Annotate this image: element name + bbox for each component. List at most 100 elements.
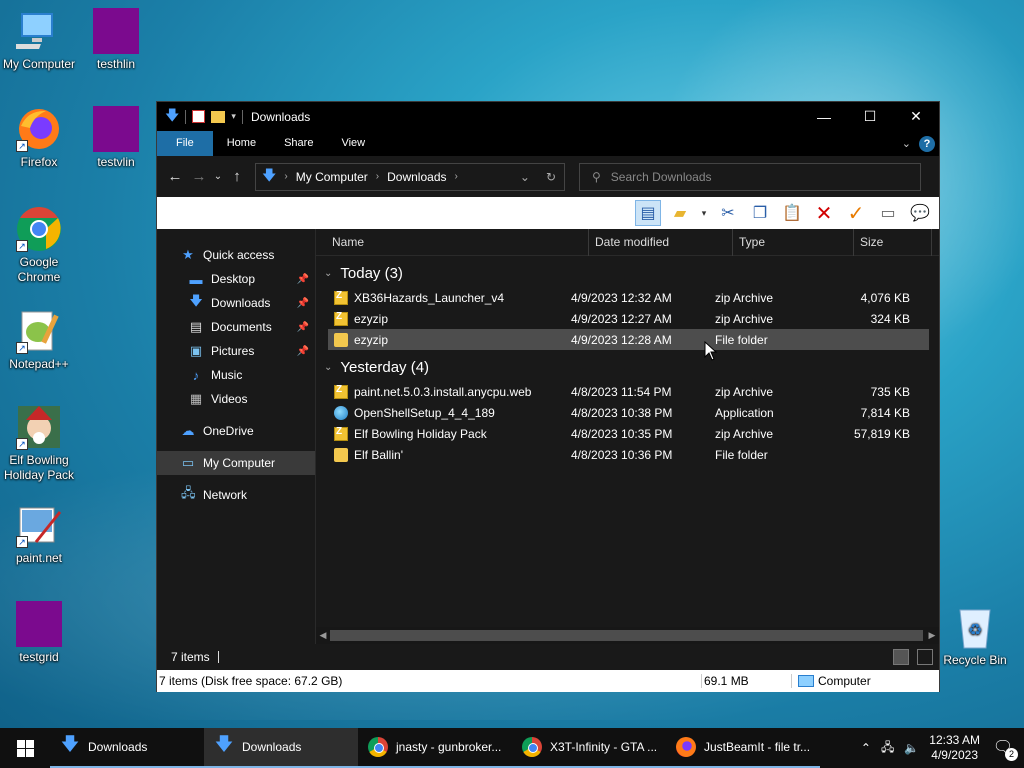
svg-text:♻: ♻	[968, 622, 982, 639]
file-list: Name Date modified Type Size ⌄ Today (3)…	[315, 228, 939, 644]
taskbar-button-downloads-1[interactable]: 🡇 Downloads	[50, 728, 204, 768]
expand-ribbon-icon[interactable]: ⌄	[902, 137, 911, 150]
search-box[interactable]: ⚲ Search Downloads	[579, 162, 921, 191]
details-bar: 7 items (Disk free space: 67.2 GB) 69.1 …	[157, 670, 939, 692]
breadcrumb-my-computer[interactable]: My Computer	[296, 170, 368, 184]
notification-center-button[interactable]: 🗨 2	[990, 737, 1018, 761]
nav-downloads[interactable]: 🡇 Downloads 📌	[157, 291, 315, 315]
start-button[interactable]	[0, 728, 50, 768]
taskbar-button-firefox-justbeamit[interactable]: JustBeamIt - file tr...	[666, 728, 820, 768]
file-type: zip Archive	[715, 384, 774, 399]
shortcut-arrow-icon: ↗	[16, 342, 28, 354]
group-header-yesterday[interactable]: ⌄ Yesterday (4)	[316, 354, 939, 381]
file-row-selected[interactable]: ezyzip 4/9/2023 12:28 AM File folder	[328, 329, 929, 350]
cut-icon[interactable]: ✂	[715, 200, 741, 226]
customize-qa-icon[interactable]: ▾	[231, 111, 236, 122]
properties-icon[interactable]	[192, 110, 206, 123]
computer-icon	[798, 675, 814, 687]
rename-icon[interactable]: ▭	[875, 200, 901, 226]
large-icons-view-icon[interactable]	[917, 649, 933, 665]
column-type[interactable]: Type	[733, 228, 854, 256]
system-tray: ⌃ 🖧 🔈 12:33 AM 4/9/2023 🗨 2	[861, 733, 1024, 763]
preview-pane-icon[interactable]: ▤	[635, 200, 661, 226]
close-button[interactable]: ✕	[893, 102, 939, 131]
location-label: Computer	[818, 674, 871, 688]
horizontal-scrollbar[interactable]: ◀ ▶	[316, 627, 939, 644]
desktop-icon-label: testgrid	[19, 650, 59, 664]
taskbar-button-downloads-2[interactable]: 🡇 Downloads	[204, 728, 358, 768]
new-folder-icon[interactable]	[211, 110, 226, 123]
nav-pictures[interactable]: ▣ Pictures 📌	[157, 339, 315, 363]
desktop-icon-recycle-bin[interactable]: ♻ Recycle Bin	[936, 604, 1014, 668]
new-folder-icon[interactable]: ▰	[667, 200, 693, 226]
nav-videos[interactable]: ▦ Videos	[157, 387, 315, 411]
help-icon[interactable]: ?	[919, 135, 935, 152]
desktop-icon-paint-net[interactable]: ↗ paint.net	[0, 502, 78, 566]
nav-onedrive[interactable]: ☁ OneDrive	[157, 419, 315, 443]
desktop-icon-testvlin[interactable]: testvlin	[77, 106, 155, 170]
file-row[interactable]: paint.net.5.0.3.install.anycpu.web 4/8/2…	[316, 381, 939, 402]
desktop-icon-testhlin[interactable]: testhlin	[77, 8, 155, 72]
up-button[interactable]: ↑	[225, 168, 249, 185]
nav-music[interactable]: ♪ Music	[157, 363, 315, 387]
nav-documents[interactable]: ▤ Documents 📌	[157, 315, 315, 339]
address-bar[interactable]: 🡇 › My Computer › Downloads › ⌄ ↻	[255, 162, 565, 191]
nav-my-computer[interactable]: ▭ My Computer	[157, 451, 315, 475]
column-date-modified[interactable]: Date modified	[589, 228, 733, 256]
desktop-icon-elf-bowling[interactable]: ↗ Elf Bowling Holiday Pack	[0, 404, 78, 483]
nav-quick-access[interactable]: ★ Quick access	[157, 243, 315, 267]
recent-locations-button[interactable]: ⌄	[211, 171, 225, 182]
taskbar-button-chrome-x3t[interactable]: X3T-Infinity - GTA ...	[512, 728, 666, 768]
file-row[interactable]: Elf Ballin' 4/8/2023 10:36 PM File folde…	[316, 444, 939, 465]
address-dropdown-icon[interactable]: ⌄	[520, 170, 530, 184]
clock-date: 4/9/2023	[931, 748, 978, 762]
show-hidden-icons-icon[interactable]: ⌃	[861, 741, 871, 755]
nav-network[interactable]: 🖧 Network	[157, 483, 315, 507]
column-name[interactable]: Name	[316, 228, 589, 256]
file-row[interactable]: ezyzip 4/9/2023 12:27 AM zip Archive 324…	[316, 308, 939, 329]
zip-archive-icon	[334, 426, 348, 441]
desktop-icon-notepad-plus-plus[interactable]: ↗ Notepad++	[0, 308, 78, 372]
file-name: ezyzip	[354, 311, 389, 326]
column-size[interactable]: Size	[854, 228, 932, 256]
chat-bubble-icon[interactable]: 💬	[907, 200, 933, 226]
group-header-today[interactable]: ⌄ Today (3)	[316, 260, 939, 287]
scroll-right-icon[interactable]: ▶	[925, 630, 939, 641]
network-icon[interactable]: 🖧	[881, 738, 894, 759]
scroll-thumb[interactable]	[330, 630, 923, 641]
breadcrumb-downloads[interactable]: Downloads	[387, 170, 446, 184]
file-type: Application	[715, 405, 774, 420]
refresh-icon[interactable]: ↻	[546, 170, 556, 184]
desktop-icon-my-computer[interactable]: My Computer	[0, 8, 78, 72]
details-view-icon[interactable]	[893, 649, 909, 665]
tab-file[interactable]: File	[157, 131, 213, 156]
copy-icon[interactable]: ❐	[747, 200, 773, 226]
delete-icon[interactable]: ✕	[811, 200, 837, 226]
file-row[interactable]: Elf Bowling Holiday Pack 4/8/2023 10:35 …	[316, 423, 939, 444]
tab-view[interactable]: View	[327, 131, 379, 156]
window-title: Downloads	[250, 109, 311, 124]
desktop-icon-firefox[interactable]: ↗ Firefox	[0, 106, 78, 170]
back-button[interactable]: ←	[163, 168, 187, 185]
file-size: 324 KB	[870, 311, 910, 326]
maximize-button[interactable]: ☐	[847, 102, 893, 131]
minimize-button[interactable]: —	[801, 102, 847, 131]
taskbar-button-chrome-gunbroker[interactable]: jnasty - gunbroker...	[358, 728, 512, 768]
desktop-icon-testgrid[interactable]: testgrid	[0, 601, 78, 665]
dropdown-icon[interactable]: ▾	[699, 200, 709, 226]
nav-label: My Computer	[203, 456, 276, 470]
nav-desktop[interactable]: ▬ Desktop 📌	[157, 267, 315, 291]
file-row[interactable]: XB36Hazards_Launcher_v4 4/9/2023 12:32 A…	[316, 287, 939, 308]
tab-home[interactable]: Home	[213, 131, 270, 156]
nav-label: Documents	[211, 320, 272, 334]
tab-share[interactable]: Share	[270, 131, 327, 156]
desktop-icon-google-chrome[interactable]: ↗ Google Chrome	[0, 206, 78, 285]
clock[interactable]: 12:33 AM 4/9/2023	[929, 733, 980, 763]
forward-button[interactable]: →	[187, 168, 211, 185]
checkmark-icon[interactable]: ✓	[843, 200, 869, 226]
file-row[interactable]: OpenShellSetup_4_4_189 4/8/2023 10:38 PM…	[316, 402, 939, 423]
volume-icon[interactable]: 🔈	[904, 741, 919, 755]
desktop-icon-label: Google Chrome	[17, 255, 61, 284]
paste-icon[interactable]: 📋	[779, 200, 805, 226]
scroll-left-icon[interactable]: ◀	[316, 630, 330, 641]
